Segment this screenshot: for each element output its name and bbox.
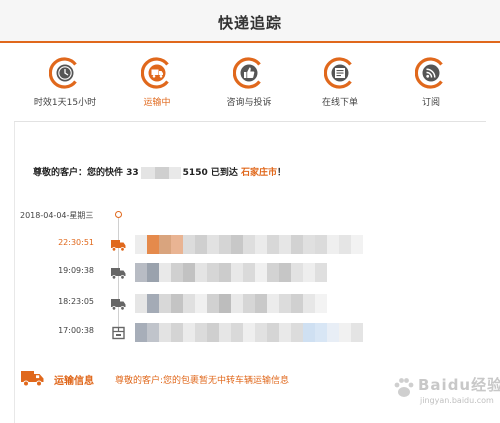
delivery-truck-icon bbox=[21, 371, 44, 387]
tracking-page: 快递追踪 时效1天15小时 运输中 咨询与投诉 在线下单 订阅 尊敬的客户：您的… bbox=[0, 0, 500, 423]
redacted-digits bbox=[168, 166, 181, 179]
redacted-digits bbox=[154, 166, 169, 179]
page-title: 快递追踪 bbox=[217, 14, 282, 32]
nav-label-order-online: 在线下单 bbox=[321, 98, 358, 108]
nav-divider bbox=[14, 121, 486, 122]
timeline-row: 18:23:05 bbox=[0, 294, 500, 314]
event-time: 22:30:51 bbox=[58, 238, 94, 247]
watermark: Baidu经验 jingyan.baidu.com bbox=[388, 374, 500, 418]
truck-icon bbox=[111, 240, 126, 252]
notice-end: ！ bbox=[277, 168, 287, 178]
nav-label-timeliness: 时效1天15小时 bbox=[33, 98, 97, 108]
nav-label-subscribe: 订阅 bbox=[421, 98, 440, 108]
redacted-event-detail bbox=[135, 323, 375, 342]
redacted-event-detail bbox=[135, 294, 375, 313]
header-bar: 快递追踪 bbox=[0, 0, 500, 43]
notice-suffix: 5150 已到达 bbox=[182, 168, 238, 178]
event-time: 18:23:05 bbox=[58, 297, 94, 306]
thumbs-up-icon bbox=[233, 57, 261, 89]
nav-item-order-online[interactable]: 在线下单 bbox=[295, 50, 385, 112]
transport-label: 运输信息 bbox=[54, 376, 94, 387]
event-time: 19:09:38 bbox=[58, 266, 94, 275]
nav-label-inquiry: 咨询与投诉 bbox=[226, 98, 272, 108]
clock-icon bbox=[49, 57, 77, 89]
timeline-row: 19:09:38 bbox=[0, 263, 500, 283]
nav-item-timeliness[interactable]: 时效1天15小时 bbox=[20, 50, 110, 112]
timeline-date: 2018-04-04-星期三 bbox=[20, 211, 94, 220]
timeline-start-dot bbox=[115, 211, 122, 218]
truck-icon bbox=[111, 299, 126, 311]
timeline-row: 17:00:38 bbox=[0, 323, 500, 343]
truck-icon bbox=[141, 57, 169, 89]
redacted-digits bbox=[140, 166, 155, 179]
nav-item-in-transit[interactable]: 运输中 bbox=[112, 50, 202, 112]
header-accent-rule bbox=[0, 41, 500, 43]
event-time: 17:00:38 bbox=[58, 326, 94, 335]
redacted-event-detail bbox=[135, 235, 375, 254]
nav-item-subscribe[interactable]: 订阅 bbox=[386, 50, 476, 112]
truck-icon bbox=[111, 268, 126, 280]
notice-prefix: 尊敬的客户：您的快件 33 bbox=[33, 168, 139, 178]
order-form-icon bbox=[324, 57, 352, 89]
rss-icon bbox=[415, 57, 443, 89]
nav-label-in-transit: 运输中 bbox=[143, 98, 171, 108]
package-icon bbox=[112, 326, 125, 340]
arrival-notice: 尊敬的客户：您的快件 33 5150 已到达 石家庄市！ bbox=[33, 165, 286, 179]
nav-item-inquiry[interactable]: 咨询与投诉 bbox=[204, 50, 294, 112]
timeline-row: 22:30:51 bbox=[0, 235, 500, 255]
redacted-event-detail bbox=[135, 263, 375, 282]
notice-city: 石家庄市 bbox=[241, 168, 278, 178]
watermark-text: Baidu经验 bbox=[418, 376, 500, 394]
watermark-url: jingyan.baidu.com bbox=[420, 396, 494, 405]
tracking-nav: 时效1天15小时 运输中 咨询与投诉 在线下单 订阅 bbox=[0, 50, 500, 114]
transport-message: 尊敬的客户:您的包裹暂无中转车辆运输信息 bbox=[115, 376, 290, 386]
paw-logo-icon bbox=[394, 378, 414, 397]
